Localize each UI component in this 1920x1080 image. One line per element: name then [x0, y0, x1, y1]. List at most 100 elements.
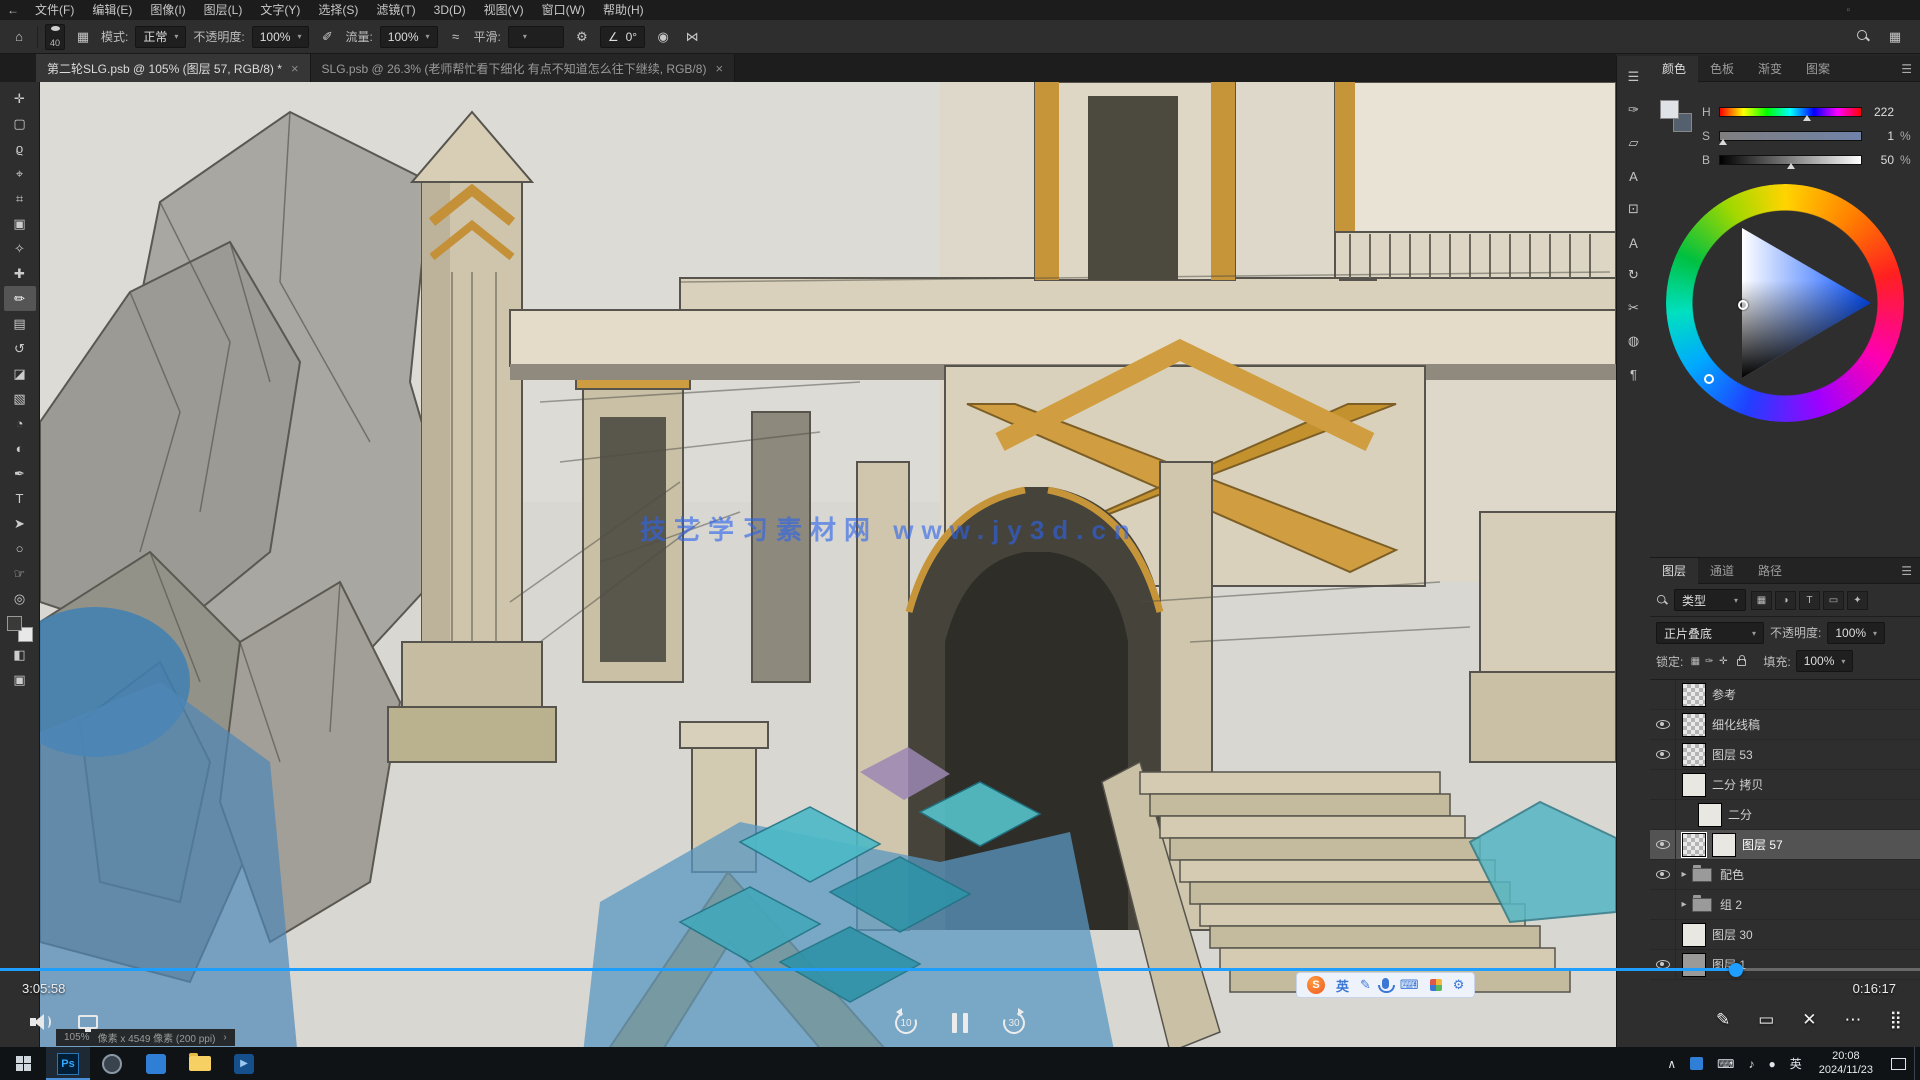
taskbar-app-media[interactable]: ▶ — [222, 1047, 266, 1080]
layer-filter-select[interactable]: 类型▾ — [1674, 589, 1746, 611]
panel-tab[interactable]: 色板 — [1698, 56, 1746, 82]
screen-mode-button[interactable]: ▣ — [4, 667, 36, 692]
taskbar-app-browser[interactable] — [90, 1047, 134, 1080]
crop-tool[interactable]: ⌗ — [4, 186, 36, 211]
filter-type-icon[interactable]: T — [1799, 591, 1820, 610]
zoom-level[interactable]: 105% — [64, 1032, 90, 1043]
voice-input-icon[interactable] — [1382, 978, 1389, 989]
slider-marker[interactable] — [1803, 115, 1811, 121]
flow-select[interactable]: 100%▾ — [380, 26, 438, 48]
brush-preset-picker[interactable]: 40 — [45, 24, 65, 50]
tray-language-indicator[interactable]: 英 — [1783, 1055, 1809, 1072]
layer-thumbnail[interactable] — [1698, 803, 1722, 827]
color-wheel[interactable] — [1666, 184, 1904, 422]
layer-thumbnail[interactable] — [1682, 833, 1706, 857]
grid-handle-icon[interactable]: ⣿ — [1890, 1010, 1902, 1030]
brightness-slider[interactable] — [1719, 155, 1862, 165]
handwriting-icon[interactable]: ✎ — [1360, 977, 1371, 993]
brush-settings-panel-icon[interactable]: ✑ — [1622, 101, 1646, 119]
properties-panel-icon[interactable]: ☰ — [1622, 68, 1646, 86]
airbrush-icon[interactable]: ≈ — [445, 25, 467, 49]
panel-tab[interactable]: 颜色 — [1650, 56, 1698, 82]
taskbar-app-photoshop[interactable]: Ps — [46, 1047, 90, 1080]
layer-name[interactable]: 图层 53 — [1712, 746, 1753, 763]
taskbar-clock[interactable]: 20:08 2024/11/23 — [1809, 1050, 1883, 1078]
foreground-background-swatches[interactable] — [7, 616, 33, 642]
smoothing-gear-icon[interactable]: ⚙ — [571, 25, 593, 49]
layer-thumbnail[interactable] — [1692, 868, 1712, 882]
layer-thumbnail[interactable] — [1682, 923, 1706, 947]
layer-visibility-toggle[interactable] — [1650, 800, 1676, 829]
tray-chevron-icon[interactable]: ∧ — [1660, 1057, 1683, 1071]
workspace-switcher-icon[interactable]: ▦ — [1884, 25, 1906, 49]
layer-thumbnail[interactable] — [1682, 683, 1706, 707]
menu-item[interactable]: 帮助(H) — [594, 0, 653, 20]
panel-tab[interactable]: 图案 — [1794, 56, 1842, 82]
layer-opacity-select[interactable]: 100%▾ — [1827, 622, 1885, 644]
hue-ring-marker[interactable] — [1704, 374, 1714, 384]
lasso-tool[interactable]: ϱ — [4, 136, 36, 161]
layer-row[interactable]: ▸ 配色 — [1650, 860, 1920, 890]
layer-thumbnail[interactable] — [1682, 713, 1706, 737]
video-canvas-area[interactable]: 技艺学习素材网 www.jy3d.cn — [40, 82, 1616, 1080]
layer-blend-mode-select[interactable]: 正片叠底▾ — [1656, 622, 1764, 644]
forward-30-button[interactable]: 30 — [999, 1008, 1029, 1038]
action-center-icon[interactable] — [1891, 1058, 1906, 1070]
search-icon[interactable] — [1857, 30, 1870, 43]
menu-item[interactable]: 文字(Y) — [251, 0, 309, 20]
lock-image-icon[interactable]: ✑ — [1702, 656, 1716, 667]
layer-row[interactable]: ▸ 组 2 — [1650, 890, 1920, 920]
ime-skin-icon[interactable] — [1430, 979, 1442, 991]
tray-sogou-icon[interactable] — [1690, 1057, 1703, 1070]
hand-tool[interactable]: ☞ — [4, 561, 36, 586]
layer-row[interactable]: ▸ 图层 53 — [1650, 740, 1920, 770]
tray-keyboard-icon[interactable]: ⌨ — [1710, 1057, 1741, 1071]
layer-visibility-toggle[interactable] — [1650, 770, 1676, 799]
pause-button[interactable] — [949, 1010, 971, 1036]
eraser-tool[interactable]: ◪ — [4, 361, 36, 386]
fullscreen-icon[interactable] — [78, 1015, 98, 1029]
filter-smart-icon[interactable]: ✦ — [1847, 591, 1868, 610]
menu-item[interactable]: 滤镜(T) — [367, 0, 424, 20]
symmetry-icon[interactable]: ⋈ — [681, 25, 703, 49]
layer-thumbnail[interactable] — [1692, 898, 1712, 912]
layer-row[interactable]: ▸ 细化线稿 — [1650, 710, 1920, 740]
layer-name[interactable]: 二分 拷贝 — [1712, 776, 1763, 793]
brush-settings-toggle-icon[interactable]: ▦ — [72, 25, 94, 49]
menu-item[interactable]: 3D(D) — [425, 0, 475, 20]
layer-mask-thumbnail[interactable] — [1712, 833, 1736, 857]
collapse-arrows-icon[interactable]: ✕ — [1802, 1010, 1816, 1030]
glyphs-panel-icon[interactable]: Ａ — [1622, 233, 1646, 251]
back-arrow-icon[interactable]: ← — [0, 3, 26, 17]
move-tool[interactable]: ✛ — [4, 86, 36, 111]
shape-tool[interactable]: ○ — [4, 536, 36, 561]
show-desktop-button[interactable] — [1914, 1047, 1920, 1080]
layer-thumbnail[interactable] — [1682, 953, 1706, 977]
panel-menu-icon[interactable]: ☰ — [1893, 62, 1920, 76]
brightness-value[interactable]: 50 — [1868, 153, 1894, 167]
clone-source-panel-icon[interactable]: ▱ — [1622, 134, 1646, 152]
layer-row[interactable]: ▸ 二分 — [1650, 800, 1920, 830]
layer-row[interactable]: ▸ 图层 1 — [1650, 950, 1920, 980]
slider-marker[interactable] — [1719, 139, 1727, 145]
panel-tab[interactable]: 图层 — [1650, 558, 1698, 584]
libraries-panel-icon[interactable]: ⊡ — [1622, 200, 1646, 218]
saturation-slider[interactable] — [1719, 131, 1862, 141]
rewind-10-button[interactable]: 10 — [891, 1008, 921, 1038]
brush-tool[interactable]: ✏ — [4, 286, 36, 311]
frame-tool[interactable]: ▣ — [4, 211, 36, 236]
paragraph-panel-icon[interactable]: ¶ — [1622, 365, 1646, 383]
quick-mask-button[interactable]: ◧ — [4, 642, 36, 667]
pen-tool[interactable]: ✒ — [4, 461, 36, 486]
group-expand-icon[interactable]: ▸ — [1678, 899, 1690, 910]
type-tool[interactable]: T — [4, 486, 36, 511]
menu-item[interactable]: 编辑(E) — [83, 0, 141, 20]
saturation-value[interactable]: 1 — [1868, 129, 1894, 143]
layer-name[interactable]: 细化线稿 — [1712, 716, 1760, 733]
sb-marker[interactable] — [1738, 300, 1748, 310]
dodge-tool[interactable]: ◐ — [4, 436, 36, 461]
close-icon[interactable]: × — [291, 61, 299, 76]
layer-visibility-toggle[interactable] — [1650, 680, 1676, 709]
layer-visibility-toggle[interactable] — [1650, 830, 1676, 859]
slider-marker[interactable] — [1787, 163, 1795, 169]
